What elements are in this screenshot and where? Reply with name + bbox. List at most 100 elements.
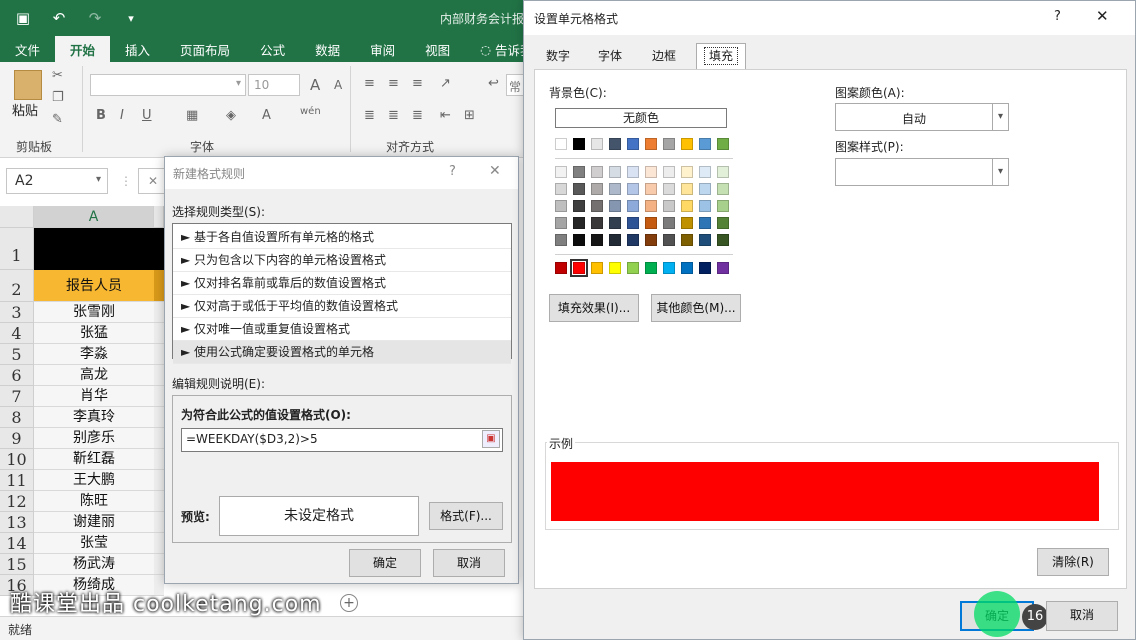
rule-type-item[interactable]: ► 仅对唯一值或重复值设置格式 <box>173 318 511 341</box>
copy-icon[interactable]: ❐ <box>52 90 64 105</box>
underline-icon[interactable]: U <box>142 108 152 123</box>
tint-color-swatch[interactable] <box>663 200 675 212</box>
tint-color-swatch[interactable] <box>609 166 621 178</box>
save-icon[interactable]: ▣ <box>10 9 36 27</box>
row-header[interactable]: 11 <box>0 470 34 491</box>
tint-color-swatch[interactable] <box>555 217 567 229</box>
tint-color-swatch[interactable] <box>591 200 603 212</box>
name-cell[interactable]: 别彦乐 <box>34 428 154 449</box>
tint-color-swatch[interactable] <box>591 166 603 178</box>
name-cell[interactable]: 张雪刚 <box>34 302 154 323</box>
pattern-color-dropdown[interactable]: 自动 ▾ <box>835 103 1009 131</box>
tint-color-swatch[interactable] <box>627 200 639 212</box>
help-icon[interactable]: ? <box>1054 9 1061 24</box>
name-cell[interactable]: 张莹 <box>34 533 154 554</box>
row-header[interactable]: 13 <box>0 512 34 533</box>
more-colors-button[interactable]: 其他颜色(M)... <box>651 294 741 322</box>
tint-color-swatch[interactable] <box>681 200 693 212</box>
tint-color-swatch[interactable] <box>663 234 675 246</box>
paste-button-label[interactable]: 粘贴 <box>12 100 38 119</box>
fill-color-icon[interactable]: ◈ <box>226 108 236 123</box>
tint-color-swatch[interactable] <box>699 183 711 195</box>
tint-color-swatch[interactable] <box>699 217 711 229</box>
tint-color-swatch[interactable] <box>717 183 729 195</box>
name-box[interactable]: A2 ▾ <box>6 168 108 194</box>
standard-color-swatch[interactable] <box>627 262 639 274</box>
italic-icon[interactable]: I <box>120 108 124 123</box>
name-cell[interactable]: 靳红磊 <box>34 449 154 470</box>
tab-fill[interactable]: 填充 <box>696 43 746 70</box>
standard-color-swatch[interactable] <box>717 262 729 274</box>
tint-color-swatch[interactable] <box>663 217 675 229</box>
name-cell[interactable]: 张猛 <box>34 323 154 344</box>
tint-color-swatch[interactable] <box>573 200 585 212</box>
column-b-cell[interactable] <box>154 533 164 554</box>
tint-color-swatch[interactable] <box>717 200 729 212</box>
tint-color-swatch[interactable] <box>645 166 657 178</box>
decrease-indent-icon[interactable]: ⇤ <box>440 108 451 123</box>
increase-font-icon[interactable]: A <box>310 76 320 94</box>
theme-color-swatch[interactable] <box>591 138 603 150</box>
row-header[interactable]: 5 <box>0 344 34 365</box>
theme-color-swatch[interactable] <box>609 138 621 150</box>
close-icon[interactable]: ✕ <box>1096 7 1109 25</box>
column-b-cell[interactable] <box>154 491 164 512</box>
tint-color-swatch[interactable] <box>627 234 639 246</box>
cancel-button[interactable]: 取消 <box>1046 601 1118 631</box>
column-b-cell[interactable] <box>154 512 164 533</box>
tint-color-swatch[interactable] <box>645 234 657 246</box>
theme-color-swatch[interactable] <box>573 138 585 150</box>
rule-type-item[interactable]: ► 基于各自值设置所有单元格的格式 <box>173 226 511 249</box>
standard-color-swatch[interactable] <box>555 262 567 274</box>
row-header[interactable]: 15 <box>0 554 34 575</box>
tint-color-swatch[interactable] <box>717 217 729 229</box>
tab-view[interactable]: 视图 <box>410 36 465 62</box>
tint-color-swatch[interactable] <box>609 183 621 195</box>
standard-color-swatch[interactable] <box>609 262 621 274</box>
row-header[interactable]: 9 <box>0 428 34 449</box>
merge-center-icon[interactable]: ⊞ <box>464 108 475 123</box>
column-b-cell[interactable] <box>154 554 164 575</box>
theme-color-swatch[interactable] <box>555 138 567 150</box>
tint-color-swatch[interactable] <box>681 166 693 178</box>
select-all-corner[interactable] <box>0 206 34 228</box>
tint-color-swatch[interactable] <box>609 234 621 246</box>
tint-color-swatch[interactable] <box>663 166 675 178</box>
tint-color-swatch[interactable] <box>555 166 567 178</box>
row-header[interactable]: 8 <box>0 407 34 428</box>
tint-color-swatch[interactable] <box>717 166 729 178</box>
wrap-text-icon[interactable]: ↩ <box>488 76 499 91</box>
tab-review[interactable]: 审阅 <box>355 36 410 62</box>
theme-color-swatch[interactable] <box>645 138 657 150</box>
tint-color-swatch[interactable] <box>645 183 657 195</box>
align-top-icon[interactable]: ≡ <box>364 76 375 91</box>
row-header[interactable]: 3 <box>0 302 34 323</box>
tint-color-swatch[interactable] <box>627 166 639 178</box>
column-header-a[interactable]: A <box>34 206 154 228</box>
tab-file[interactable]: 文件 <box>0 36 55 62</box>
tint-color-swatch[interactable] <box>591 183 603 195</box>
paste-icon[interactable] <box>14 70 42 100</box>
tint-color-swatch[interactable] <box>591 234 603 246</box>
tint-color-swatch[interactable] <box>681 234 693 246</box>
rule-type-item[interactable]: ► 仅对高于或低于平均值的数值设置格式 <box>173 295 511 318</box>
tab-font[interactable]: 字体 <box>588 45 632 69</box>
tint-color-swatch[interactable] <box>681 217 693 229</box>
tab-number[interactable]: 数字 <box>536 45 580 69</box>
standard-color-swatch[interactable] <box>645 262 657 274</box>
standard-color-swatch[interactable] <box>570 259 588 277</box>
font-size-dropdown[interactable]: 10 <box>248 74 300 96</box>
theme-color-swatch[interactable] <box>717 138 729 150</box>
tint-color-swatch[interactable] <box>699 200 711 212</box>
tint-color-swatch[interactable] <box>609 217 621 229</box>
standard-color-swatch[interactable] <box>591 262 603 274</box>
rule-type-item-selected[interactable]: ► 使用公式确定要设置格式的单元格 <box>173 341 511 364</box>
align-center-icon[interactable]: ≣ <box>388 108 399 123</box>
rule-type-item[interactable]: ► 仅对排名靠前或靠后的数值设置格式 <box>173 272 511 295</box>
ok-button[interactable]: 确定 <box>349 549 421 577</box>
name-cell[interactable]: 王大鹏 <box>34 470 154 491</box>
rule-type-item[interactable]: ► 只为包含以下内容的单元格设置格式 <box>173 249 511 272</box>
column-b-cell[interactable] <box>154 323 164 344</box>
row-header[interactable]: 6 <box>0 365 34 386</box>
font-color-icon[interactable]: A <box>262 108 271 123</box>
